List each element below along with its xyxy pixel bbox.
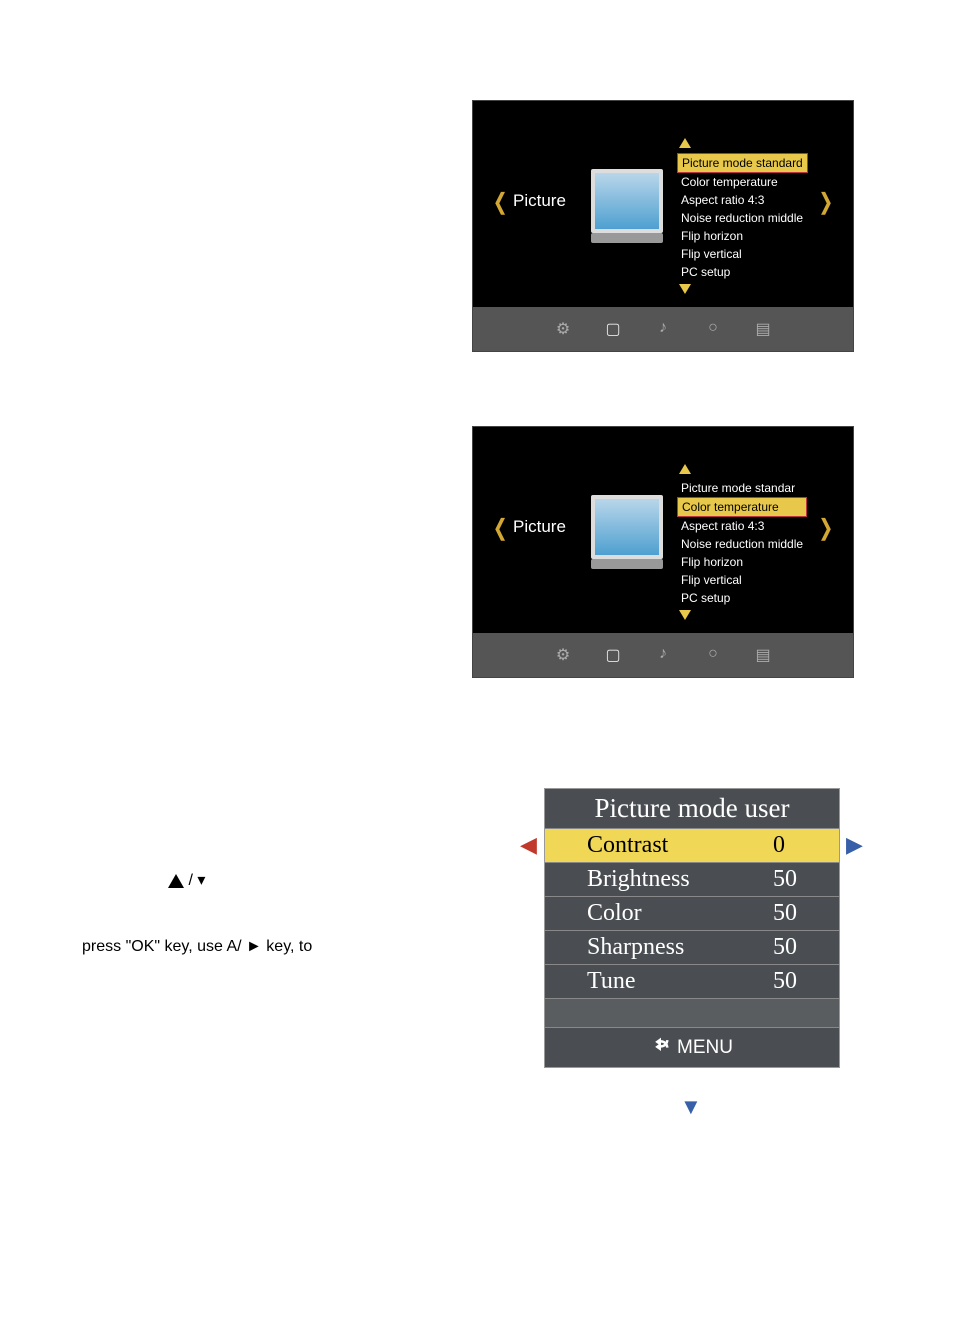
osd-nav-left-icon[interactable]: ❬ bbox=[491, 189, 509, 215]
tab-picture-icon[interactable]: ▢ bbox=[603, 645, 623, 665]
osd-tab-row: ⚙ ▢ ♪ ○ ▤ bbox=[473, 319, 853, 339]
back-arrow-icon bbox=[651, 1037, 677, 1058]
osd-item-noise-reduction[interactable]: Noise reduction middle bbox=[677, 535, 807, 553]
tab-time-icon[interactable]: ○ bbox=[703, 319, 723, 339]
osd-tab-row: ⚙ ▢ ♪ ○ ▤ bbox=[473, 645, 853, 665]
pmu-menu-label: MENU bbox=[677, 1037, 733, 1058]
pmu-row-label: Sharpness bbox=[587, 934, 684, 961]
osd-panel-2: ❬ ❭ Picture Picture mode standar Color t… bbox=[472, 426, 854, 678]
osd-category-label: Picture bbox=[513, 191, 566, 211]
osd-item-picture-mode[interactable]: Picture mode standard bbox=[677, 153, 808, 173]
pmu-row-label: Tune bbox=[587, 968, 635, 995]
osd-item-aspect-ratio[interactable]: Aspect ratio 4:3 bbox=[677, 517, 807, 535]
tab-settings-icon[interactable]: ⚙ bbox=[553, 319, 573, 339]
pmu-row-value: 0 bbox=[773, 832, 809, 859]
pmu-nav-down-icon[interactable]: ▼ bbox=[680, 1094, 702, 1120]
pmu-row-value: 50 bbox=[773, 900, 809, 927]
osd-item-color-temperature[interactable]: Color temperature bbox=[677, 497, 807, 517]
up-arrow-icon[interactable] bbox=[679, 138, 691, 148]
osd-item-flip-horizon[interactable]: Flip horizon bbox=[677, 227, 808, 245]
pmu-row-color[interactable]: Color 50 bbox=[545, 897, 839, 931]
pmu-row-contrast[interactable]: Contrast 0 bbox=[545, 829, 839, 863]
tab-time-icon[interactable]: ○ bbox=[703, 645, 723, 665]
pmu-title: Picture mode user bbox=[545, 789, 839, 829]
osd-category-label: Picture bbox=[513, 517, 566, 537]
osd-menu-list-1[interactable]: Picture mode standard Color temperature … bbox=[677, 135, 808, 299]
pmu-row-label: Brightness bbox=[587, 866, 690, 893]
doc-arrow-line: / ▾ bbox=[168, 870, 205, 890]
osd-nav-left-icon[interactable]: ❬ bbox=[491, 515, 509, 541]
tab-options-icon[interactable]: ▤ bbox=[753, 645, 773, 665]
pmu-row-label: Contrast bbox=[587, 832, 668, 859]
pmu-row-value: 50 bbox=[773, 968, 809, 995]
pmu-spacer bbox=[545, 999, 839, 1028]
osd-panel-1: ❬ ❭ Picture Picture mode standard Color … bbox=[472, 100, 854, 352]
up-triangle-icon bbox=[168, 874, 184, 888]
osd-item-picture-mode[interactable]: Picture mode standar bbox=[677, 479, 807, 497]
pmu-nav-right-icon[interactable]: ▶ bbox=[846, 832, 863, 858]
monitor-icon bbox=[591, 169, 663, 233]
pmu-row-tune[interactable]: Tune 50 bbox=[545, 965, 839, 999]
down-arrow-icon[interactable] bbox=[679, 610, 691, 620]
tab-options-icon[interactable]: ▤ bbox=[753, 319, 773, 339]
tab-picture-icon[interactable]: ▢ bbox=[603, 319, 623, 339]
pmu-nav-left-icon[interactable]: ◀ bbox=[520, 832, 537, 858]
down-arrow-icon[interactable] bbox=[679, 284, 691, 294]
osd-item-flip-horizon[interactable]: Flip horizon bbox=[677, 553, 807, 571]
osd-item-flip-vertical[interactable]: Flip vertical bbox=[677, 245, 808, 263]
pmu-row-value: 50 bbox=[773, 866, 809, 893]
osd-item-pc-setup[interactable]: PC setup bbox=[677, 589, 807, 607]
osd-nav-right-icon[interactable]: ❭ bbox=[817, 189, 835, 215]
osd-menu-list-2[interactable]: Picture mode standar Color temperature A… bbox=[677, 461, 807, 625]
tab-audio-icon[interactable]: ♪ bbox=[653, 319, 673, 339]
osd-nav-right-icon[interactable]: ❭ bbox=[817, 515, 835, 541]
tab-audio-icon[interactable]: ♪ bbox=[653, 645, 673, 665]
osd-item-color-temperature[interactable]: Color temperature bbox=[677, 173, 808, 191]
pmu-row-brightness[interactable]: Brightness 50 bbox=[545, 863, 839, 897]
osd-item-noise-reduction[interactable]: Noise reduction middle bbox=[677, 209, 808, 227]
tab-settings-icon[interactable]: ⚙ bbox=[553, 645, 573, 665]
doc-arrow-line-text: / ▾ bbox=[184, 872, 205, 889]
osd-item-aspect-ratio[interactable]: Aspect ratio 4:3 bbox=[677, 191, 808, 209]
pmu-menu-button[interactable]: MENU bbox=[545, 1028, 839, 1067]
monitor-icon bbox=[591, 495, 663, 559]
picture-mode-user-panel: Picture mode user Contrast 0 Brightness 50… bbox=[544, 788, 840, 1068]
up-arrow-icon[interactable] bbox=[679, 464, 691, 474]
pmu-row-label: Color bbox=[587, 900, 642, 927]
doc-ok-line: press "OK" key, use A/ ► key, to bbox=[82, 938, 312, 956]
pmu-row-sharpness[interactable]: Sharpness 50 bbox=[545, 931, 839, 965]
osd-item-pc-setup[interactable]: PC setup bbox=[677, 263, 808, 281]
osd-item-flip-vertical[interactable]: Flip vertical bbox=[677, 571, 807, 589]
pmu-row-value: 50 bbox=[773, 934, 809, 961]
